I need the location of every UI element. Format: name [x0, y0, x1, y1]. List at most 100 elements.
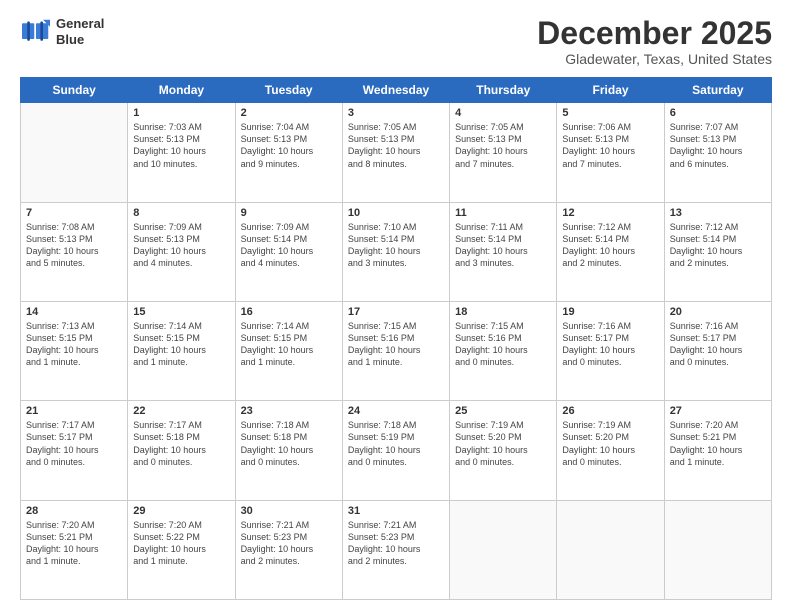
day-number: 27	[670, 405, 766, 417]
day-info: Sunrise: 7:21 AM Sunset: 5:23 PM Dayligh…	[348, 519, 444, 568]
day-number: 1	[133, 107, 229, 119]
day-number: 10	[348, 207, 444, 219]
calendar-day-cell: 30 Sunrise: 7:21 AM Sunset: 5:23 PM Dayli…	[235, 500, 342, 599]
calendar-day-cell: 4 Sunrise: 7:05 AM Sunset: 5:13 PM Daylig…	[450, 103, 557, 202]
day-info: Sunrise: 7:20 AM Sunset: 5:21 PM Dayligh…	[670, 419, 766, 468]
calendar-day-cell: 25Sunrise: 7:19 AM Sunset: 5:20 PM Dayli…	[450, 401, 557, 500]
day-info: Sunrise: 7:16 AM Sunset: 5:17 PM Dayligh…	[562, 320, 658, 369]
day-number: 26	[562, 405, 658, 417]
day-number: 24	[348, 405, 444, 417]
day-info: Sunrise: 7:20 AM Sunset: 5:22 PM Dayligh…	[133, 519, 229, 568]
day-info: Sunrise: 7:12 AM Sunset: 5:14 PM Dayligh…	[670, 221, 766, 270]
calendar-day-cell: 17 Sunrise: 7:15 AM Sunset: 5:16 PM Dayli…	[342, 301, 449, 400]
calendar-week-row: 28 Sunrise: 7:20 AM Sunset: 5:21 PM Dayli…	[21, 500, 772, 599]
day-info: Sunrise: 7:13 AM Sunset: 5:15 PM Dayligh…	[26, 320, 122, 369]
day-number: 7	[26, 207, 122, 219]
calendar-table: SundayMondayTuesdayWednesdayThursdayFrid…	[20, 77, 772, 600]
calendar-day-cell: 28 Sunrise: 7:20 AM Sunset: 5:21 PM Dayli…	[21, 500, 128, 599]
day-info: Sunrise: 7:15 AM Sunset: 5:16 PM Dayligh…	[455, 320, 551, 369]
day-info: Sunrise: 7:18 AM Sunset: 5:18 PM Dayligh…	[241, 419, 337, 468]
day-number: 28	[26, 505, 122, 517]
calendar-day-cell: 9Sunrise: 7:09 AM Sunset: 5:14 PM Daylig…	[235, 202, 342, 301]
day-number: 30	[241, 505, 337, 517]
day-info: Sunrise: 7:07 AM Sunset: 5:13 PM Dayligh…	[670, 121, 766, 170]
day-number: 3	[348, 107, 444, 119]
calendar-day-cell: 18Sunrise: 7:15 AM Sunset: 5:16 PM Dayli…	[450, 301, 557, 400]
day-info: Sunrise: 7:16 AM Sunset: 5:17 PM Dayligh…	[670, 320, 766, 369]
day-number: 23	[241, 405, 337, 417]
calendar-day-cell: 21Sunrise: 7:17 AM Sunset: 5:17 PM Dayli…	[21, 401, 128, 500]
weekday-header-cell: Thursday	[450, 78, 557, 103]
day-number: 21	[26, 405, 122, 417]
calendar-day-cell: 14 Sunrise: 7:13 AM Sunset: 5:15 PM Dayli…	[21, 301, 128, 400]
day-info: Sunrise: 7:14 AM Sunset: 5:15 PM Dayligh…	[241, 320, 337, 369]
day-number: 22	[133, 405, 229, 417]
calendar-day-cell: 15Sunrise: 7:14 AM Sunset: 5:15 PM Dayli…	[128, 301, 235, 400]
weekday-header-cell: Wednesday	[342, 78, 449, 103]
day-info: Sunrise: 7:19 AM Sunset: 5:20 PM Dayligh…	[562, 419, 658, 468]
calendar-day-cell: 23 Sunrise: 7:18 AM Sunset: 5:18 PM Dayli…	[235, 401, 342, 500]
day-info: Sunrise: 7:09 AM Sunset: 5:13 PM Dayligh…	[133, 221, 229, 270]
weekday-header-cell: Tuesday	[235, 78, 342, 103]
calendar-day-cell: 12Sunrise: 7:12 AM Sunset: 5:14 PM Dayli…	[557, 202, 664, 301]
calendar-day-cell: 22 Sunrise: 7:17 AM Sunset: 5:18 PM Dayli…	[128, 401, 235, 500]
day-info: Sunrise: 7:11 AM Sunset: 5:14 PM Dayligh…	[455, 221, 551, 270]
calendar-day-cell: 6 Sunrise: 7:07 AM Sunset: 5:13 PM Daylig…	[664, 103, 771, 202]
day-number: 20	[670, 306, 766, 318]
month-title: December 2025	[537, 16, 772, 51]
header: General Blue December 2025 Gladewater, T…	[20, 16, 772, 67]
day-number: 2	[241, 107, 337, 119]
calendar-day-cell: 3 Sunrise: 7:05 AM Sunset: 5:13 PM Daylig…	[342, 103, 449, 202]
weekday-header-row: SundayMondayTuesdayWednesdayThursdayFrid…	[21, 78, 772, 103]
day-number: 29	[133, 505, 229, 517]
day-info: Sunrise: 7:08 AM Sunset: 5:13 PM Dayligh…	[26, 221, 122, 270]
day-info: Sunrise: 7:10 AM Sunset: 5:14 PM Dayligh…	[348, 221, 444, 270]
day-number: 5	[562, 107, 658, 119]
calendar-day-cell: 19 Sunrise: 7:16 AM Sunset: 5:17 PM Dayli…	[557, 301, 664, 400]
calendar-day-cell: 16 Sunrise: 7:14 AM Sunset: 5:15 PM Dayli…	[235, 301, 342, 400]
calendar-day-cell: 31Sunrise: 7:21 AM Sunset: 5:23 PM Dayli…	[342, 500, 449, 599]
day-number: 11	[455, 207, 551, 219]
day-info: Sunrise: 7:15 AM Sunset: 5:16 PM Dayligh…	[348, 320, 444, 369]
day-info: Sunrise: 7:21 AM Sunset: 5:23 PM Dayligh…	[241, 519, 337, 568]
day-info: Sunrise: 7:09 AM Sunset: 5:14 PM Dayligh…	[241, 221, 337, 270]
day-info: Sunrise: 7:17 AM Sunset: 5:18 PM Dayligh…	[133, 419, 229, 468]
day-info: Sunrise: 7:19 AM Sunset: 5:20 PM Dayligh…	[455, 419, 551, 468]
day-number: 13	[670, 207, 766, 219]
day-info: Sunrise: 7:04 AM Sunset: 5:13 PM Dayligh…	[241, 121, 337, 170]
calendar-week-row: 21Sunrise: 7:17 AM Sunset: 5:17 PM Dayli…	[21, 401, 772, 500]
day-number: 14	[26, 306, 122, 318]
day-number: 8	[133, 207, 229, 219]
day-info: Sunrise: 7:18 AM Sunset: 5:19 PM Dayligh…	[348, 419, 444, 468]
day-number: 16	[241, 306, 337, 318]
day-info: Sunrise: 7:03 AM Sunset: 5:13 PM Dayligh…	[133, 121, 229, 170]
calendar-day-cell: 8 Sunrise: 7:09 AM Sunset: 5:13 PM Daylig…	[128, 202, 235, 301]
day-number: 15	[133, 306, 229, 318]
day-number: 17	[348, 306, 444, 318]
day-info: Sunrise: 7:05 AM Sunset: 5:13 PM Dayligh…	[455, 121, 551, 170]
day-info: Sunrise: 7:12 AM Sunset: 5:14 PM Dayligh…	[562, 221, 658, 270]
logo-text: General Blue	[56, 16, 104, 47]
logo: General Blue	[20, 16, 104, 47]
weekday-header-cell: Sunday	[21, 78, 128, 103]
weekday-header-cell: Monday	[128, 78, 235, 103]
calendar-day-cell: 7 Sunrise: 7:08 AM Sunset: 5:13 PM Daylig…	[21, 202, 128, 301]
calendar-week-row: 7 Sunrise: 7:08 AM Sunset: 5:13 PM Daylig…	[21, 202, 772, 301]
calendar-day-cell	[21, 103, 128, 202]
calendar-day-cell	[450, 500, 557, 599]
day-number: 4	[455, 107, 551, 119]
calendar-day-cell: 1 Sunrise: 7:03 AM Sunset: 5:13 PM Daylig…	[128, 103, 235, 202]
day-number: 19	[562, 306, 658, 318]
day-info: Sunrise: 7:05 AM Sunset: 5:13 PM Dayligh…	[348, 121, 444, 170]
day-number: 6	[670, 107, 766, 119]
day-info: Sunrise: 7:20 AM Sunset: 5:21 PM Dayligh…	[26, 519, 122, 568]
calendar-week-row: 1 Sunrise: 7:03 AM Sunset: 5:13 PM Daylig…	[21, 103, 772, 202]
calendar-day-cell: 24 Sunrise: 7:18 AM Sunset: 5:19 PM Dayli…	[342, 401, 449, 500]
calendar-week-row: 14 Sunrise: 7:13 AM Sunset: 5:15 PM Dayli…	[21, 301, 772, 400]
calendar-day-cell: 5Sunrise: 7:06 AM Sunset: 5:13 PM Daylig…	[557, 103, 664, 202]
calendar-day-cell: 27 Sunrise: 7:20 AM Sunset: 5:21 PM Dayli…	[664, 401, 771, 500]
calendar-day-cell	[664, 500, 771, 599]
calendar-body: 1 Sunrise: 7:03 AM Sunset: 5:13 PM Daylig…	[21, 103, 772, 600]
calendar-day-cell: 26 Sunrise: 7:19 AM Sunset: 5:20 PM Dayli…	[557, 401, 664, 500]
calendar-day-cell: 29 Sunrise: 7:20 AM Sunset: 5:22 PM Dayli…	[128, 500, 235, 599]
